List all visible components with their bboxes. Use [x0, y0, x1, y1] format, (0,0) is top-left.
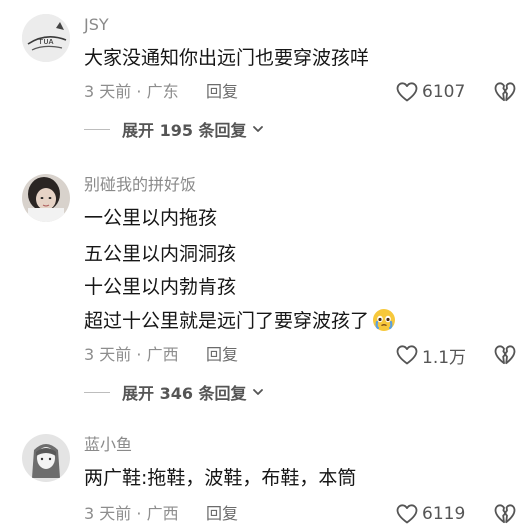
meta-separator: · [136, 82, 142, 101]
broken-heart-icon[interactable] [493, 502, 517, 526]
sketch-avatar-icon: ᴛᴜᴀ [22, 14, 70, 62]
reply-button[interactable]: 回复 [206, 345, 238, 365]
comment-text-line: 十公里以内勃肯孩 [84, 276, 237, 298]
drawn-girl-avatar-icon [22, 434, 70, 482]
expand-replies-button[interactable]: 展开 195 条回复 [84, 119, 265, 140]
svg-text:ᴛᴜᴀ: ᴛᴜᴀ [38, 37, 54, 47]
heart-icon [396, 504, 418, 524]
comment-time: 3 天前 [84, 504, 132, 523]
comment-item: 别碰我的拼好饭 一公里以内拖孩 五公里以内洞洞孩 十公里以内勃肯孩 超过十公里就… [0, 160, 527, 410]
meta-separator: · [136, 345, 142, 364]
pleading-tears-emoji-icon [373, 309, 396, 331]
reply-button[interactable]: 回复 [206, 82, 238, 102]
comment-list: ᴛᴜᴀ JSY 大家没通知你出远门也要穿波孩咩 3 天前 · 广东 回复 610… [0, 0, 527, 529]
like-count: 1.1万 [422, 347, 467, 368]
comment-meta: 3 天前 · 广东 [84, 82, 179, 102]
heart-icon [396, 82, 418, 102]
expand-divider [84, 391, 110, 393]
meta-separator: · [136, 504, 142, 523]
comment-location: 广西 [146, 345, 179, 364]
broken-heart-icon[interactable] [493, 343, 517, 367]
comment-meta: 3 天前 · 广西 [84, 504, 179, 524]
comment-time: 3 天前 [84, 345, 132, 364]
comment-meta: 3 天前 · 广西 [84, 345, 179, 365]
username[interactable]: 蓝小鱼 [84, 435, 132, 455]
expand-replies-label: 展开 195 条回复 [122, 121, 247, 140]
username[interactable]: JSY [84, 15, 109, 35]
avatar[interactable] [22, 434, 70, 482]
comment-text: 两广鞋:拖鞋，波鞋，布鞋，本筒 [84, 467, 357, 489]
comment-text-line: 一公里以内拖孩 [84, 207, 218, 229]
like-button[interactable]: 6107 [395, 79, 465, 105]
comment-location: 广东 [146, 82, 179, 101]
comment-item: ᴛᴜᴀ JSY 大家没通知你出远门也要穿波孩咩 3 天前 · 广东 回复 610… [0, 0, 527, 150]
avatar[interactable] [22, 174, 70, 222]
expand-divider [84, 128, 110, 130]
like-button[interactable]: 1.1万 [395, 342, 466, 368]
reply-button[interactable]: 回复 [206, 504, 238, 524]
comment-text-last: 超过十公里就是远门了要穿波孩了 [84, 310, 370, 332]
like-button[interactable]: 6119 [395, 501, 465, 527]
broken-heart-icon[interactable] [493, 80, 517, 104]
comment-location: 广西 [146, 504, 179, 523]
chevron-down-icon [252, 389, 263, 395]
like-count: 6119 [422, 504, 466, 524]
comment-item: 蓝小鱼 两广鞋:拖鞋，波鞋，布鞋，本筒 3 天前 · 广西 回复 6119 [0, 420, 527, 529]
chevron-down-icon [252, 126, 263, 132]
comment-text: 大家没通知你出远门也要穿波孩咩 [84, 47, 370, 69]
comment-time: 3 天前 [84, 82, 132, 101]
expand-replies-label: 展开 346 条回复 [122, 384, 247, 403]
heart-icon [396, 345, 418, 365]
like-count: 6107 [422, 82, 466, 102]
username[interactable]: 别碰我的拼好饭 [84, 175, 196, 195]
avatar[interactable]: ᴛᴜᴀ [22, 14, 70, 62]
expand-replies-button[interactable]: 展开 346 条回复 [84, 382, 265, 403]
comment-text-line: 五公里以内洞洞孩 [84, 243, 237, 265]
comment-text-line: 超过十公里就是远门了要穿波孩了 [84, 308, 396, 334]
photo-avatar-icon [22, 174, 70, 222]
